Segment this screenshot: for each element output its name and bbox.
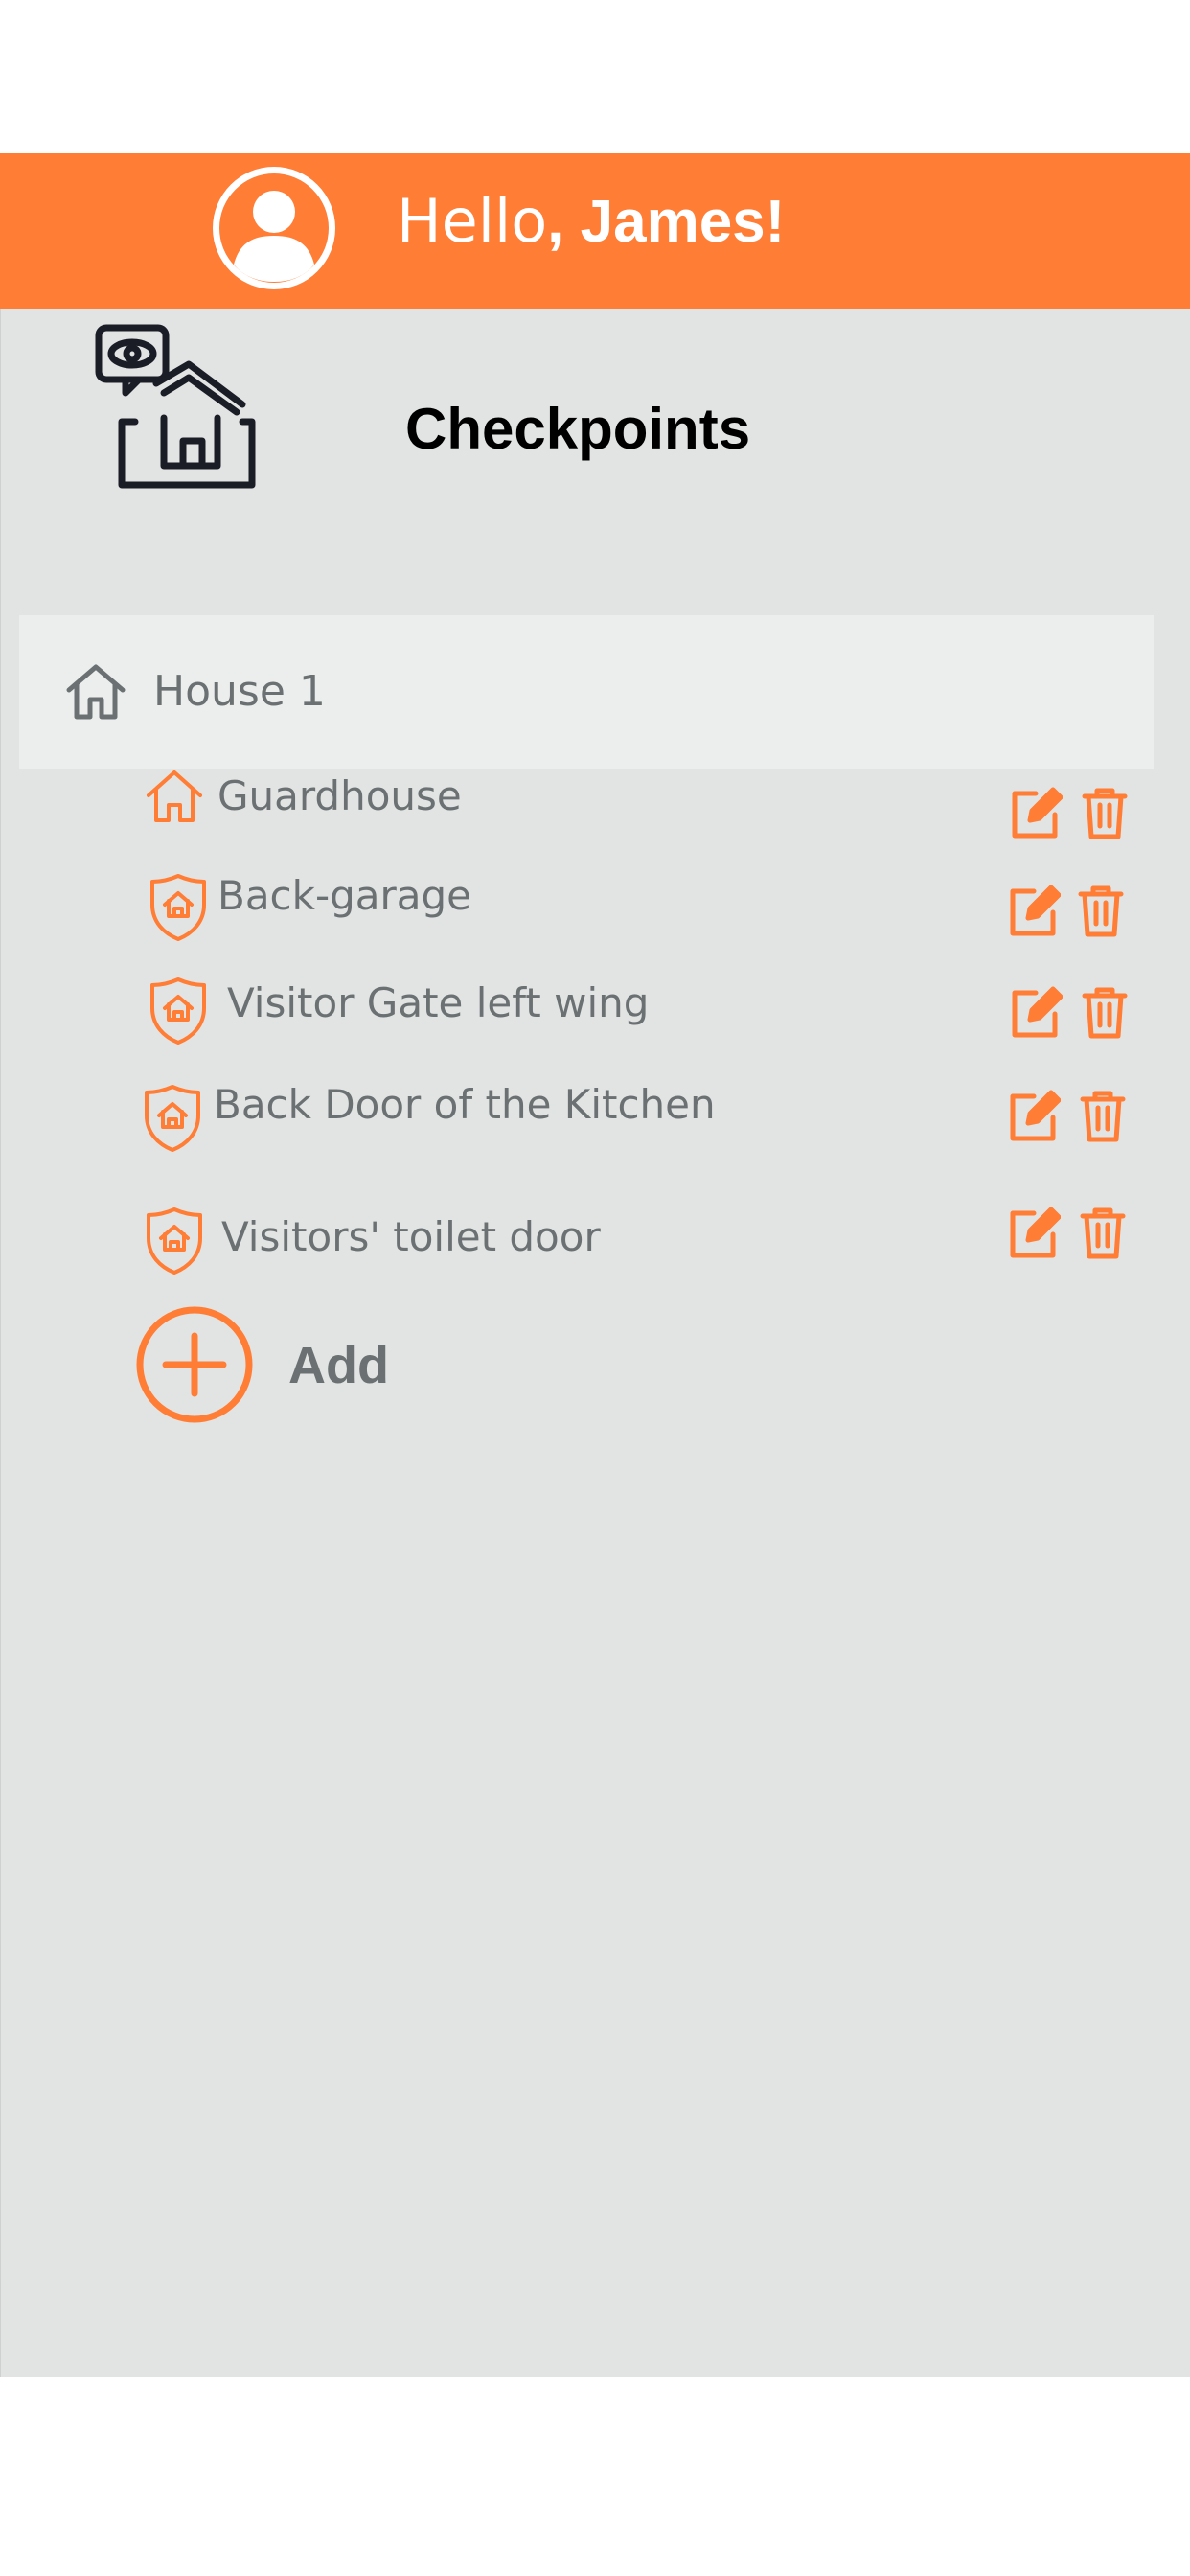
trash-icon[interactable] (1082, 987, 1128, 1039)
greeting-text: Hello, James! (397, 192, 785, 252)
group-row-house-1[interactable]: House 1 (19, 615, 1154, 769)
screen: Hello, James! Checkpoints House 1 Guardh… (0, 0, 1190, 2576)
list-item[interactable]: Visitors' toilet door (1, 1190, 1190, 1276)
house-outline-icon (66, 664, 126, 720)
add-checkpoint-button[interactable]: Add (135, 1305, 518, 1424)
checkpoint-label: Back Door of the Kitchen (214, 1081, 716, 1128)
edit-icon[interactable] (1005, 884, 1061, 939)
edit-icon[interactable] (1005, 1089, 1061, 1144)
trash-icon[interactable] (1080, 1208, 1126, 1259)
list-item[interactable]: Visitor Gate left wing (1, 964, 1190, 1050)
avatar-icon[interactable] (211, 165, 337, 291)
house-outline-icon (147, 770, 202, 822)
checkpoint-label: Visitor Gate left wing (227, 979, 650, 1026)
trash-icon[interactable] (1080, 1091, 1126, 1142)
edit-icon[interactable] (1007, 786, 1063, 841)
edit-icon[interactable] (1007, 985, 1063, 1041)
user-name: , James! (547, 189, 786, 255)
trash-icon[interactable] (1078, 886, 1124, 937)
plus-circle-icon (136, 1306, 253, 1423)
shield-house-icon (145, 1085, 200, 1152)
list-item[interactable]: Back-garage (1, 859, 1190, 945)
house-surveillance-icon (95, 324, 256, 489)
group-label: House 1 (153, 667, 326, 716)
add-label: Add (288, 1337, 389, 1394)
list-item[interactable]: Guardhouse (1, 759, 1190, 845)
shield-house-icon (147, 1208, 202, 1275)
page-title: Checkpoints (405, 397, 751, 461)
checkpoint-label: Visitors' toilet door (221, 1213, 601, 1260)
list-item[interactable]: Back Door of the Kitchen (1, 1071, 1190, 1158)
checkpoint-label: Back-garage (217, 872, 472, 919)
header-bar: Hello, James! (0, 153, 1190, 309)
shield-house-icon (150, 874, 206, 941)
checkpoint-label: Guardhouse (217, 772, 462, 819)
edit-icon[interactable] (1005, 1206, 1061, 1261)
content-panel: Checkpoints House 1 Guardhouse Back-gara… (0, 309, 1190, 2377)
greeting-prefix: Hello (397, 186, 548, 256)
shield-house-icon (150, 978, 206, 1045)
trash-icon[interactable] (1082, 788, 1128, 840)
